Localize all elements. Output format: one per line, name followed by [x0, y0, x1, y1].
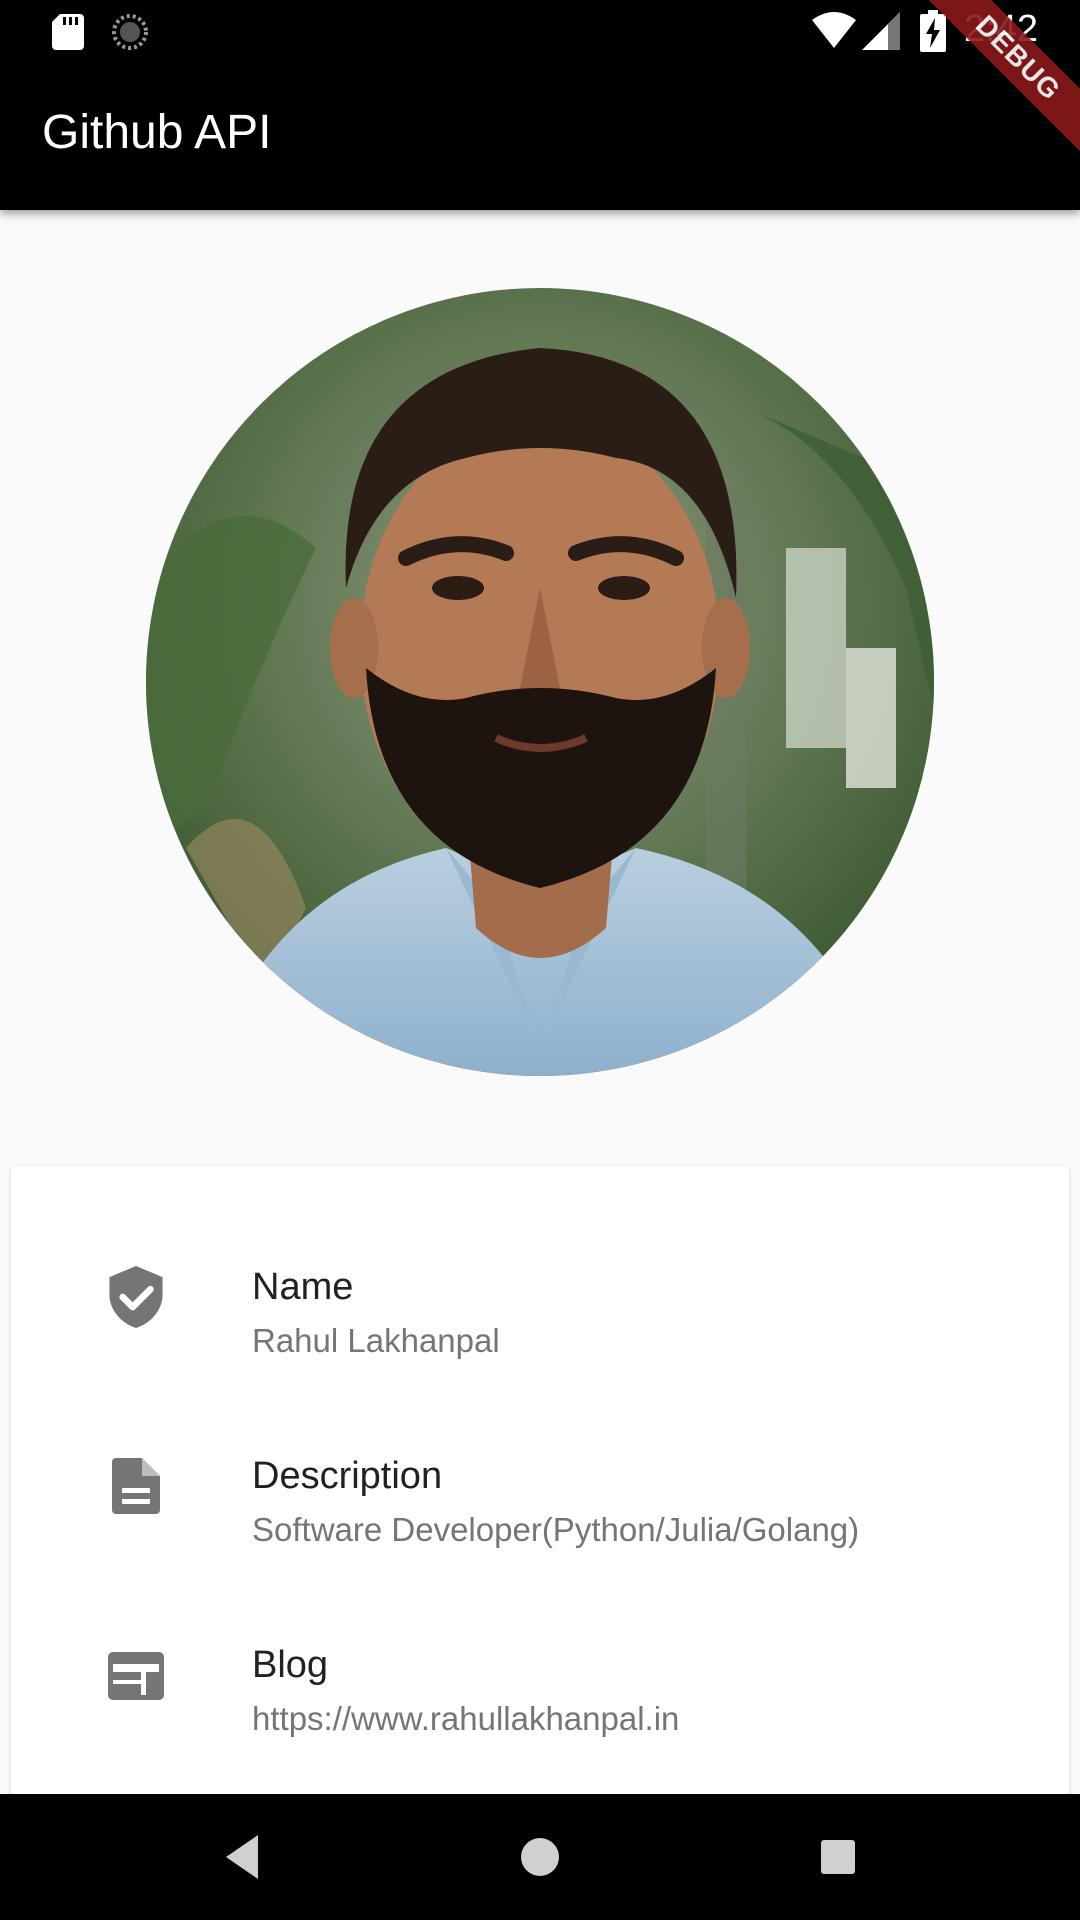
- wifi-icon: [812, 12, 856, 48]
- detail-label: Name: [252, 1266, 354, 1308]
- web-icon: [108, 1652, 164, 1700]
- detail-value: https://www.rahullakhanpal.in: [252, 1700, 680, 1737]
- detail-label: Description: [252, 1455, 443, 1497]
- back-icon[interactable]: [214, 1829, 270, 1885]
- recents-icon[interactable]: [810, 1829, 866, 1885]
- status-bar: 2:42: [0, 0, 1080, 63]
- profile-avatar: [146, 288, 934, 1076]
- verified-user-icon: [109, 1266, 163, 1328]
- system-nav-bar: [0, 1794, 1080, 1920]
- sd-card-icon: [52, 14, 84, 50]
- sync-icon: [112, 14, 148, 50]
- detail-value: Software Developer(Python/Julia/Golang): [252, 1511, 860, 1548]
- battery-charging-icon: [920, 10, 946, 52]
- detail-row-description[interactable]: Description Software Developer(Python/Ju…: [11, 1455, 1069, 1605]
- description-icon: [112, 1458, 160, 1514]
- home-icon[interactable]: [512, 1829, 568, 1885]
- signal-icon: [862, 12, 900, 50]
- detail-label: Blog: [252, 1644, 329, 1686]
- app-title: Github API: [42, 106, 272, 159]
- profile-details-card: Name Rahul Lakhanpal Description Softwar…: [11, 1166, 1069, 1866]
- detail-row-name[interactable]: Name Rahul Lakhanpal: [11, 1266, 1069, 1416]
- detail-row-blog[interactable]: Blog https://www.rahullakhanpal.in: [11, 1644, 1069, 1794]
- profile-photo: [146, 288, 934, 1076]
- detail-value: Rahul Lakhanpal: [252, 1322, 500, 1359]
- app-bar: Github API: [0, 63, 1080, 210]
